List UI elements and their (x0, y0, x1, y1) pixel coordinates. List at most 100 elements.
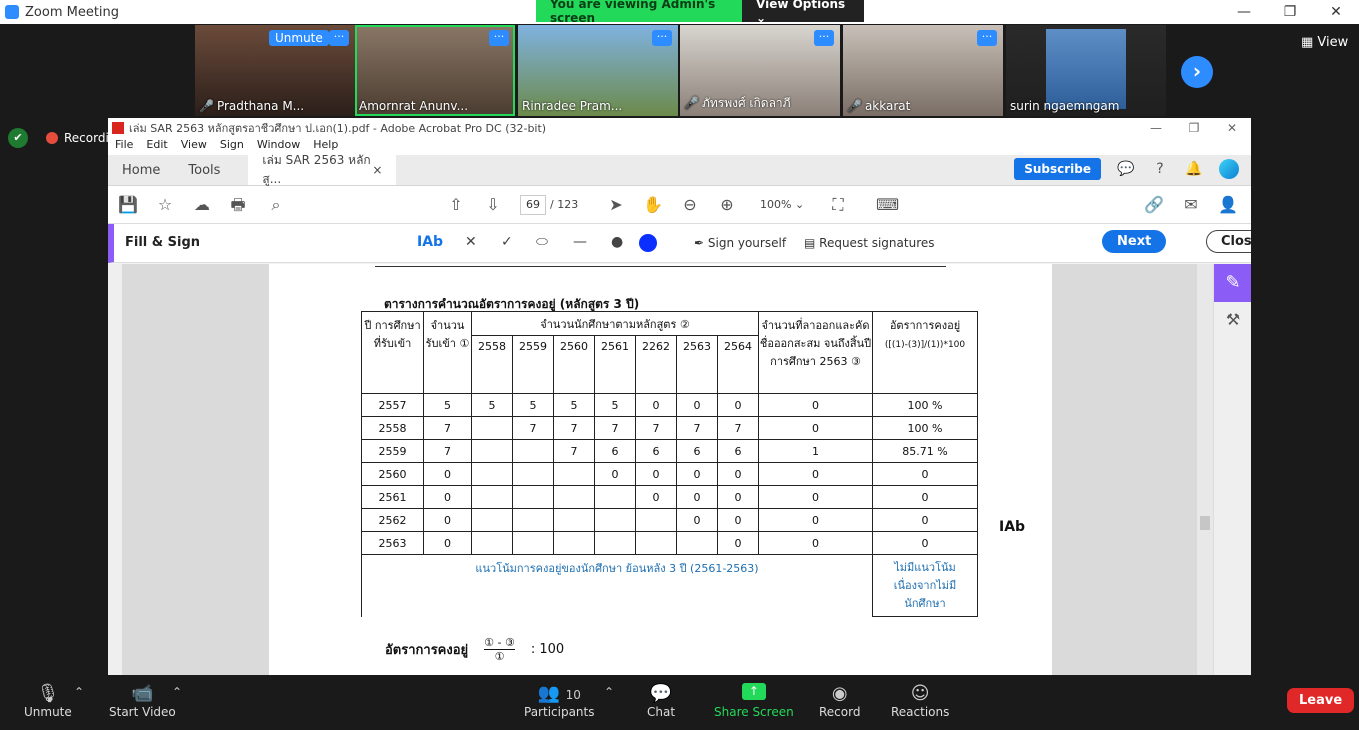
chat-button[interactable]: 💬 Chat (647, 683, 675, 719)
more-options-button[interactable]: ··· (489, 30, 509, 46)
restore-icon[interactable]: ❐ (1175, 118, 1213, 138)
star-icon[interactable]: ☆ (155, 195, 175, 215)
more-options-button[interactable]: ··· (329, 30, 349, 46)
zoom-logo-icon (5, 5, 19, 19)
sign-yourself-button[interactable]: ✒ Sign yourself (694, 236, 786, 250)
hand-icon[interactable]: ✋ (643, 195, 663, 215)
formula-label: อัตราการคงอยู่ (385, 643, 469, 658)
keyboard-icon[interactable]: ⌨ (876, 195, 899, 215)
participant-tile[interactable]: ··· 🎤 akkarat (843, 25, 1003, 116)
participant-tile[interactable]: ··· 🎤 ภัทรพงศ์ เกิดลาภี (680, 25, 840, 116)
participant-tile[interactable]: ··· Rinradee Pram... (518, 25, 678, 116)
window-controls: — ❐ ✕ (1221, 0, 1359, 24)
tab-document[interactable]: เล่ม SAR 2563 หลักสู... × (248, 153, 397, 186)
acrobat-title: เล่ม SAR 2563 หลักสูตรอาชีวศึกษา ป.เอก(1… (129, 122, 547, 135)
formula-multiplier: : 100 (530, 642, 565, 657)
table-cell (471, 485, 513, 509)
participant-name: 🎤 akkarat (847, 99, 911, 113)
vertical-scrollbar[interactable] (1197, 264, 1213, 675)
table-cell: 0 (423, 531, 472, 555)
minimize-icon[interactable]: — (1137, 118, 1175, 138)
table-cell: 2562 (361, 508, 424, 532)
share-screen-button[interactable]: ↑ Share Screen (714, 683, 794, 719)
tab-home[interactable]: Home (108, 155, 174, 185)
subscribe-button[interactable]: Subscribe (1014, 158, 1101, 180)
maximize-icon[interactable]: ❐ (1267, 0, 1313, 24)
zoom-in-icon[interactable]: ⊕ (717, 195, 737, 215)
minimize-icon[interactable]: — (1221, 0, 1267, 24)
avatar[interactable] (1219, 159, 1239, 179)
participants-options-caret[interactable]: ⌃ (604, 685, 614, 699)
add-text-tool[interactable]: IAb (417, 234, 443, 250)
line-icon[interactable]: — (573, 234, 587, 250)
more-options-button[interactable]: ··· (814, 30, 834, 46)
more-options-button[interactable]: ··· (652, 30, 672, 46)
tab-close-icon[interactable]: × (372, 163, 382, 177)
view-options-button[interactable]: View Options ⌄ (742, 0, 864, 25)
menu-sign[interactable]: Sign (220, 138, 244, 155)
close-icon[interactable]: ✕ (1313, 0, 1359, 24)
mail-icon[interactable]: ✉ (1181, 195, 1201, 215)
menu-view[interactable]: View (181, 138, 207, 155)
zoom-level-select[interactable]: 100% ⌄ (760, 198, 804, 211)
menu-file[interactable]: File (115, 138, 133, 155)
page-number-input[interactable]: 69 (520, 195, 546, 215)
color-picker-icon[interactable] (639, 234, 657, 252)
menu-edit[interactable]: Edit (146, 138, 167, 155)
dot-icon[interactable]: ● (611, 234, 623, 250)
security-shield-icon[interactable]: ✔ (8, 128, 28, 148)
left-panel-toggle[interactable] (108, 264, 122, 675)
bell-icon[interactable]: 🔔 (1185, 160, 1203, 178)
leave-button[interactable]: Leave (1287, 688, 1355, 713)
table-cell: 7 (423, 439, 472, 463)
share-user-icon[interactable]: 👤 (1218, 195, 1238, 215)
page-up-icon[interactable]: ⇧ (446, 195, 466, 215)
close-button[interactable]: Close (1206, 230, 1251, 253)
table-cell (512, 439, 554, 463)
tab-tools[interactable]: Tools (174, 155, 234, 185)
next-page-arrow-icon[interactable]: › (1181, 56, 1213, 88)
close-icon[interactable]: ✕ (1213, 118, 1251, 138)
video-options-caret[interactable]: ⌃ (172, 685, 182, 699)
table-row: 2558 7 7 7 7 7 7 7 0 100 % (361, 416, 978, 440)
check-mark-icon[interactable]: ✓ (501, 234, 513, 250)
more-tools-icon[interactable]: ⚒ (1214, 302, 1251, 338)
record-button[interactable]: ◉ Record (819, 683, 860, 719)
scroll-thumb[interactable] (1200, 516, 1210, 530)
ellipse-icon[interactable]: ⬭ (536, 234, 548, 250)
link-icon[interactable]: 🔗 (1144, 195, 1164, 215)
cross-mark-icon[interactable]: ✕ (465, 234, 477, 250)
fill-sign-pen-icon[interactable]: ✎ (1214, 264, 1251, 302)
upload-icon[interactable]: ☁ (192, 195, 212, 215)
participant-photo (1046, 29, 1126, 109)
help-icon[interactable]: ? (1151, 160, 1169, 178)
zoom-out-icon[interactable]: ⊖ (680, 195, 700, 215)
next-button[interactable]: Next (1102, 230, 1167, 253)
print-icon[interactable]: 🖶 (228, 195, 248, 215)
comment-icon[interactable]: 💬 (1117, 160, 1135, 178)
select-cursor-icon[interactable]: ➤ (606, 195, 626, 215)
formula-numerator: ① - ③ (484, 636, 515, 650)
request-signatures-button[interactable]: ▤ Request signatures (804, 236, 935, 250)
page-down-icon[interactable]: ⇩ (483, 195, 503, 215)
start-video-button[interactable]: 📹 Start Video (109, 683, 176, 719)
reactions-button[interactable]: ☺ Reactions (891, 683, 949, 719)
participants-button[interactable]: 👥 10 Participants (524, 683, 595, 719)
table-cell (471, 439, 513, 463)
header-year-col: 2560 (553, 335, 595, 394)
participant-tile[interactable]: surin ngaemngam (1006, 25, 1166, 116)
table-cell: 0 (717, 462, 759, 486)
unmute-chip[interactable]: Unmute (269, 30, 329, 46)
view-button[interactable]: ▦ View (1301, 35, 1348, 50)
unmute-button[interactable]: 🎙 Unmute (24, 683, 72, 719)
table-cell: 0 (717, 393, 759, 417)
fit-page-icon[interactable]: ⛶ (828, 195, 848, 215)
save-icon[interactable]: 💾 (118, 195, 138, 215)
more-options-button[interactable]: ··· (977, 30, 997, 46)
table-cell: 0 (758, 531, 873, 555)
header-rate-formula: ([(1)-(3)]/(1))*100 (884, 340, 966, 350)
search-icon[interactable]: ⌕ (266, 195, 286, 215)
participant-tile[interactable]: ··· Amornrat Anunv... (355, 25, 515, 116)
participant-tile[interactable]: Unmute ··· 🎤 Pradthana M... (195, 25, 355, 116)
audio-options-caret[interactable]: ⌃ (74, 685, 84, 699)
